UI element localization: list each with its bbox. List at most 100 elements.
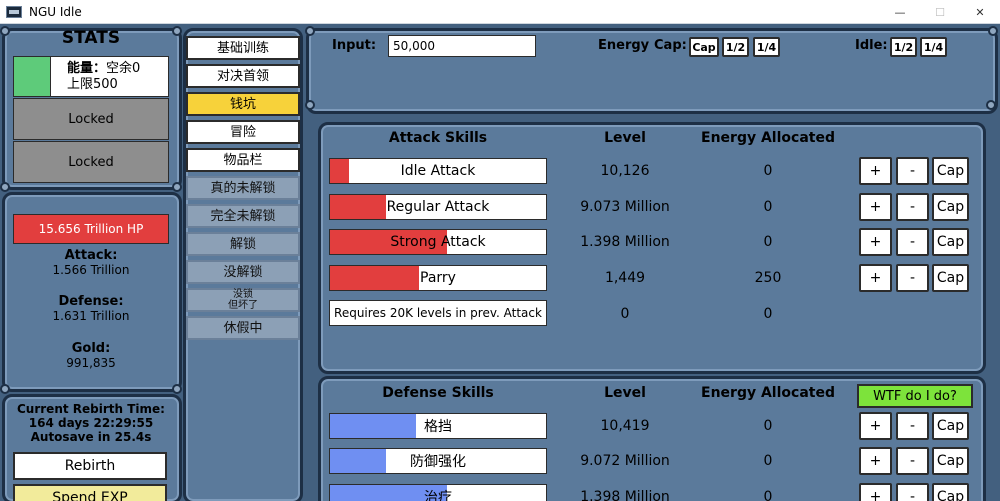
rivet [172, 182, 182, 192]
rebirth-button[interactable]: Rebirth [13, 452, 167, 480]
attack-add-energy-button-2[interactable]: + [859, 228, 892, 256]
attack-label: Attack: [64, 248, 118, 263]
defense-skills-header: Defense Skills [382, 385, 494, 401]
attack-skill-energy-3: 250 [754, 270, 782, 286]
menu-adventure[interactable]: 冒险 [186, 120, 300, 144]
close-button[interactable]: ✕ [960, 0, 1000, 24]
menu-fight-boss[interactable]: 对决首领 [186, 64, 300, 88]
idle-half-button[interactable]: 1/2 [890, 37, 917, 57]
energy-input-field[interactable]: 50,000 [388, 35, 536, 57]
attack-add-energy-button-0[interactable]: + [859, 157, 892, 185]
energy-spare: 空余0 [106, 60, 141, 76]
menu-locked-1[interactable]: 真的未解锁 [186, 176, 300, 200]
defense-energy-header: Energy Allocated [701, 385, 835, 401]
attack-cap-energy-button-1[interactable]: Cap [932, 193, 969, 221]
rivet [172, 384, 182, 394]
attack-skill-energy-2: 0 [763, 234, 773, 250]
defense-add-energy-button-2[interactable]: + [859, 483, 892, 501]
attack-requirement: Requires 20K levels in prev. Attack [329, 300, 547, 326]
minimize-button[interactable]: — [880, 0, 920, 24]
window-titlebar: NGU Idle — ☐ ✕ [0, 0, 1000, 24]
defense-cap-energy-button-0[interactable]: Cap [932, 412, 969, 440]
attack-skill-level-1: 9.073 Million [580, 199, 670, 215]
menu-locked-5-line1: 没锁 [233, 289, 253, 300]
defense-remove-energy-button-2[interactable]: - [896, 483, 929, 501]
attack-cap-energy-button-2[interactable]: Cap [932, 228, 969, 256]
defense-skill-bar-1[interactable]: 防御强化 [329, 448, 547, 474]
attack-skill-bar-0[interactable]: Idle Attack [329, 158, 547, 184]
maximize-button[interactable]: ☐ [920, 0, 960, 24]
defense-skill-level-0: 10,419 [600, 418, 650, 434]
energy-text: 能量：空余0 上限500 [51, 57, 168, 96]
defense-cap-energy-button-1[interactable]: Cap [932, 447, 969, 475]
game-window: STATS 能量：空余0 上限500 Locked Locked 15.656 … [0, 24, 1000, 501]
defense-remove-energy-button-0[interactable]: - [896, 412, 929, 440]
attack-skill-bar-3[interactable]: Parry [329, 265, 547, 291]
locked-resource-1: Locked [13, 98, 169, 140]
attack-cap-energy-button-0[interactable]: Cap [932, 157, 969, 185]
attack-add-energy-button-1[interactable]: + [859, 193, 892, 221]
attack-skill-level-0: 10,126 [600, 163, 650, 179]
energy-half-button[interactable]: 1/2 [722, 37, 749, 57]
attack-skills-header: Attack Skills [388, 130, 488, 146]
defense-skill-energy-2: 0 [763, 489, 773, 501]
wtf-help-button[interactable]: WTF do I do? [857, 384, 973, 408]
defense-level-header: Level [604, 385, 646, 401]
spend-exp-button[interactable]: Spend EXP [13, 484, 167, 501]
rivet [305, 100, 315, 110]
defense-remove-energy-button-1[interactable]: - [896, 447, 929, 475]
energy-cap-button[interactable]: Cap [689, 37, 719, 57]
hp-bar: 15.656 Trillion HP [13, 214, 169, 244]
attack-value: 1.566 Trillion [52, 263, 130, 277]
attack-skill-bar-1[interactable]: Regular Attack [329, 194, 547, 220]
idle-label: Idle: [855, 38, 888, 53]
defense-label: Defense: [58, 294, 124, 309]
attack-add-energy-button-3[interactable]: + [859, 264, 892, 292]
menu-money-pit[interactable]: 钱坑 [186, 92, 300, 116]
attack-skill-name-0: Idle Attack [400, 163, 476, 179]
defense-skill-energy-0: 0 [763, 418, 773, 434]
rivet [172, 26, 182, 36]
attack-skill-energy-0: 0 [763, 163, 773, 179]
defense-skill-bar-0[interactable]: 格挡 [329, 413, 547, 439]
menu-locked-2[interactable]: 完全未解锁 [186, 204, 300, 228]
attack-skill-level-3: 1,449 [604, 270, 646, 286]
energy-label: Energy [598, 38, 650, 53]
attack-cap-energy-button-3[interactable]: Cap [932, 264, 969, 292]
menu-locked-3[interactable]: 解锁 [186, 232, 300, 256]
attack-skill-bar-2[interactable]: Strong Attack [329, 229, 547, 255]
energy-card[interactable]: 能量：空余0 上限500 [13, 56, 169, 97]
rivet [986, 100, 996, 110]
idle-quarter-button[interactable]: 1/4 [920, 37, 947, 57]
gold-stat: Gold: 991,835 [0, 341, 182, 371]
attack-skill-name-1: Regular Attack [386, 199, 490, 215]
req-level-value: 0 [620, 306, 630, 322]
attack-skill-name-2: Strong Attack [390, 234, 486, 250]
menu-locked-4[interactable]: 没解锁 [186, 260, 300, 284]
defense-cap-energy-button-2[interactable]: Cap [932, 483, 969, 501]
locked-resource-2: Locked [13, 141, 169, 183]
menu-inventory[interactable]: 物品栏 [186, 148, 300, 172]
attack-remove-energy-button-2[interactable]: - [896, 228, 929, 256]
defense-skill-name-2: 治疗 [424, 490, 452, 501]
energy-quarter-button[interactable]: 1/4 [753, 37, 780, 57]
autosave-timer: Autosave in 25.4s [30, 430, 152, 444]
attack-remove-energy-button-3[interactable]: - [896, 264, 929, 292]
attack-remove-energy-button-1[interactable]: - [896, 193, 929, 221]
rebirth-time-value: 164 days 22:29:55 [28, 416, 154, 430]
rivet [0, 182, 10, 192]
defense-add-energy-button-0[interactable]: + [859, 412, 892, 440]
attack-skill-level-2: 1.398 Million [580, 234, 670, 250]
menu-locked-6[interactable]: 休假中 [186, 316, 300, 340]
window-controls: — ☐ ✕ [880, 0, 1000, 24]
rivet [988, 26, 998, 36]
menu-basic-training[interactable]: 基础训练 [186, 36, 300, 60]
menu-locked-5[interactable]: 没锁 但坏了 [186, 288, 300, 312]
defense-value: 1.631 Trillion [52, 309, 130, 323]
defense-add-energy-button-1[interactable]: + [859, 447, 892, 475]
attack-skill-name-3: Parry [420, 270, 456, 286]
input-label: Input: [332, 38, 377, 53]
rivet [305, 26, 315, 36]
defense-skill-bar-2[interactable]: 治疗 [329, 484, 547, 501]
attack-remove-energy-button-0[interactable]: - [896, 157, 929, 185]
